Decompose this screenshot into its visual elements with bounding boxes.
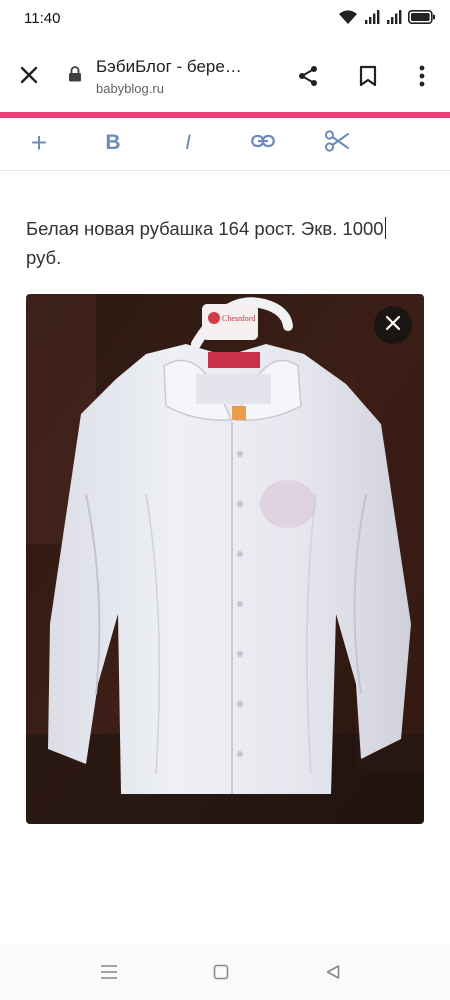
- more-icon[interactable]: [410, 60, 434, 92]
- page-url[interactable]: babyblog.ru: [96, 81, 164, 96]
- add-label: +: [30, 127, 48, 158]
- close-icon[interactable]: [14, 60, 44, 90]
- scissors-icon: [324, 129, 350, 158]
- cut-button[interactable]: [320, 126, 354, 160]
- home-icon[interactable]: [206, 958, 236, 986]
- bookmark-icon[interactable]: [353, 60, 383, 92]
- link-icon: [251, 134, 275, 153]
- close-icon: [384, 314, 402, 337]
- brand-tag-text: Chesnford: [222, 314, 255, 323]
- text-caret: [384, 217, 387, 239]
- bold-button[interactable]: B: [96, 126, 130, 160]
- post-text-editor[interactable]: Белая новая рубашка 164 рост. Экв. 1000 …: [26, 214, 426, 272]
- lock-icon: [68, 66, 82, 87]
- post-text: Белая новая рубашка 164 рост. Экв. 1000 …: [26, 217, 387, 268]
- back-icon[interactable]: [318, 958, 348, 986]
- editor-toolbar: + B I: [0, 118, 450, 171]
- bold-label: B: [105, 131, 121, 154]
- menu-icon[interactable]: [94, 958, 124, 986]
- status-icons: [338, 9, 436, 30]
- battery-icon: [408, 9, 436, 29]
- system-nav-bar: [0, 944, 450, 1000]
- status-time: 11:40: [24, 10, 61, 27]
- wifi-icon: [338, 9, 358, 30]
- italic-label: I: [185, 131, 191, 154]
- link-button[interactable]: [246, 126, 280, 160]
- add-button[interactable]: +: [22, 126, 56, 160]
- italic-button[interactable]: I: [171, 126, 205, 160]
- status-bar: 11:40: [0, 0, 450, 38]
- remove-photo-button[interactable]: [374, 306, 412, 344]
- shirt-photo-image: Chesnford: [26, 294, 424, 824]
- signal-icon: [364, 9, 380, 30]
- browser-toolbar: БэбиБлог - бере… babyblog.ru: [0, 38, 450, 112]
- page-title[interactable]: БэбиБлог - бере…: [96, 57, 242, 77]
- post-photo[interactable]: Chesnford: [26, 294, 424, 824]
- signal-icon: [386, 9, 402, 30]
- share-icon[interactable]: [292, 60, 324, 92]
